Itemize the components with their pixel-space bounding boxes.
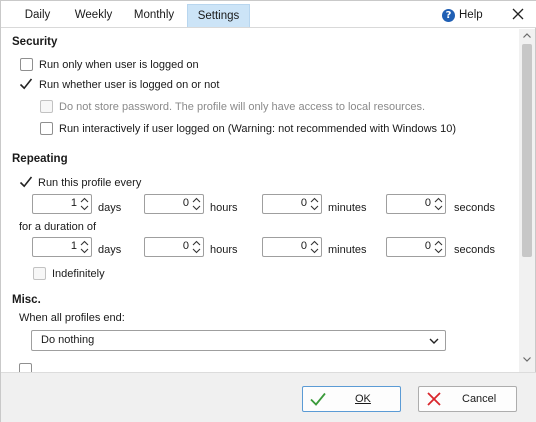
- spinner-arrows-icon[interactable]: [80, 239, 89, 255]
- duration-minutes-value: 0: [300, 240, 307, 252]
- run-only-logged-on-label[interactable]: Run only when user is logged on: [39, 59, 199, 71]
- run-interactively-label[interactable]: Run interactively if user logged on (War…: [59, 123, 456, 135]
- spinner-arrows-icon[interactable]: [434, 196, 443, 212]
- tab-daily[interactable]: Daily: [14, 4, 61, 27]
- checkbox-do-not-store-password[interactable]: [40, 100, 53, 113]
- scroll-down-icon[interactable]: [522, 354, 532, 364]
- duration-seconds-spinner[interactable]: 0: [386, 237, 446, 257]
- repeating-heading: Repeating: [12, 153, 68, 165]
- every-minutes-unit: minutes: [328, 202, 367, 214]
- checkbox-indefinitely[interactable]: [33, 267, 46, 280]
- every-days-unit: days: [98, 202, 122, 214]
- every-seconds-spinner[interactable]: 0: [386, 194, 446, 214]
- help-icon: ?: [442, 8, 455, 22]
- tab-weekly[interactable]: Weekly: [67, 4, 120, 27]
- spinner-arrows-icon[interactable]: [310, 196, 319, 212]
- cancel-label: Cancel: [462, 393, 497, 405]
- do-not-store-password-label[interactable]: Do not store password. The profile will …: [59, 101, 425, 113]
- duration-hours-spinner[interactable]: 0: [144, 237, 204, 257]
- duration-days-unit: days: [98, 244, 122, 256]
- cancel-x-icon: [427, 392, 441, 406]
- spinner-arrows-icon[interactable]: [310, 239, 319, 255]
- every-days-value: 1: [70, 197, 77, 209]
- duration-hours-value: 0: [182, 240, 189, 252]
- run-whether-logged-on-label[interactable]: Run whether user is logged on or not: [39, 79, 219, 91]
- every-seconds-unit: seconds: [454, 202, 495, 214]
- check-icon: [310, 392, 326, 406]
- checkbox-next-option-partial[interactable]: [19, 363, 32, 372]
- ok-label: OK: [355, 393, 371, 405]
- every-minutes-spinner[interactable]: 0: [262, 194, 322, 214]
- settings-window: Daily Weekly Monthly Settings ? Help Sec…: [0, 0, 536, 422]
- spinner-arrows-icon[interactable]: [192, 196, 201, 212]
- vertical-scrollbar[interactable]: [519, 29, 535, 372]
- every-hours-spinner[interactable]: 0: [144, 194, 204, 214]
- checkbox-run-whether-logged-on[interactable]: [18, 76, 34, 92]
- every-hours-unit: hours: [210, 202, 238, 214]
- checkbox-run-only-logged-on[interactable]: [20, 58, 33, 71]
- when-all-profiles-end-label: When all profiles end:: [19, 312, 125, 324]
- duration-hours-unit: hours: [210, 244, 238, 256]
- checkbox-run-profile-every[interactable]: [18, 174, 34, 190]
- misc-heading: Misc.: [12, 294, 41, 306]
- help-button[interactable]: ? Help: [442, 6, 483, 24]
- duration-seconds-unit: seconds: [454, 244, 495, 256]
- dialog-footer: OK Cancel: [1, 372, 536, 422]
- scroll-up-icon[interactable]: [522, 31, 532, 41]
- tab-settings[interactable]: Settings: [187, 4, 250, 27]
- security-heading: Security: [12, 36, 58, 48]
- duration-minutes-unit: minutes: [328, 244, 367, 256]
- end-action-selected: Do nothing: [41, 334, 95, 346]
- end-action-dropdown[interactable]: Do nothing: [31, 330, 446, 351]
- duration-label: for a duration of: [19, 221, 97, 233]
- checkbox-run-interactively[interactable]: [40, 122, 53, 135]
- indefinitely-label[interactable]: Indefinitely: [52, 268, 105, 280]
- duration-days-value: 1: [70, 240, 77, 252]
- tab-monthly[interactable]: Monthly: [125, 4, 183, 27]
- spinner-arrows-icon[interactable]: [192, 239, 201, 255]
- settings-content: Security Run only when user is logged on…: [1, 29, 519, 372]
- duration-minutes-spinner[interactable]: 0: [262, 237, 322, 257]
- every-seconds-value: 0: [424, 197, 431, 209]
- spinner-arrows-icon[interactable]: [434, 239, 443, 255]
- run-profile-every-label[interactable]: Run this profile every: [38, 177, 141, 189]
- scrollbar-thumb[interactable]: [522, 44, 532, 257]
- cancel-button[interactable]: Cancel: [418, 386, 517, 412]
- ok-button[interactable]: OK: [302, 386, 401, 412]
- duration-seconds-value: 0: [424, 240, 431, 252]
- spinner-arrows-icon[interactable]: [80, 196, 89, 212]
- every-days-spinner[interactable]: 1: [32, 194, 92, 214]
- chevron-down-icon: [429, 338, 439, 344]
- tab-bar: Daily Weekly Monthly Settings ? Help: [1, 1, 536, 28]
- close-icon[interactable]: [509, 5, 527, 23]
- duration-days-spinner[interactable]: 1: [32, 237, 92, 257]
- every-minutes-value: 0: [300, 197, 307, 209]
- help-label: Help: [459, 9, 483, 21]
- every-hours-value: 0: [182, 197, 189, 209]
